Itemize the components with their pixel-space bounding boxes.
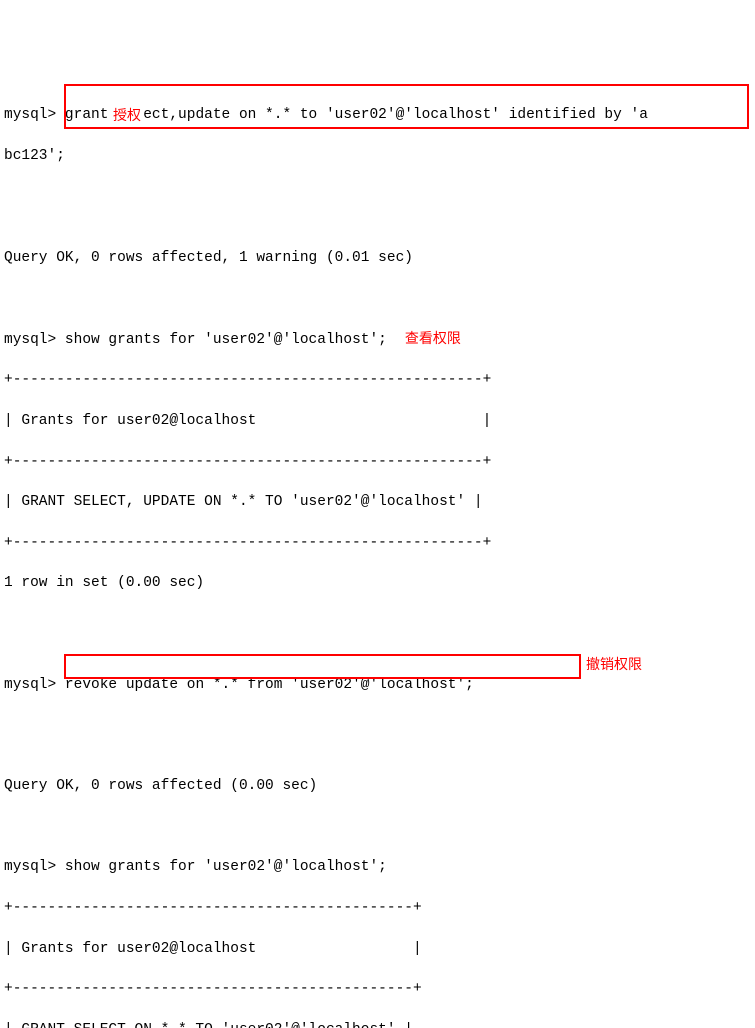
revoke-cmd: revoke update on *.* from 'user02'@'loca… — [65, 677, 474, 693]
table2-header: | Grants for user02@localhost | — [4, 939, 751, 959]
table1-border-top: +---------------------------------------… — [4, 370, 751, 390]
grant-cmd-part1: grant select,update on *.* to 'user02'@'… — [65, 107, 648, 123]
show1-result: 1 row in set (0.00 sec) — [4, 573, 751, 593]
revoke-line: mysql> revoke update on *.* from 'user02… — [4, 675, 751, 695]
show-cmd2: show grants for 'user02'@'localhost'; — [65, 859, 387, 875]
mysql-prompt: mysql> — [4, 677, 56, 693]
show-cmd1: show grants for 'user02'@'localhost'; — [65, 332, 387, 348]
mysql-prompt: mysql> — [4, 107, 56, 123]
show-annotation: 查看权限 — [405, 330, 461, 346]
table1-header: | Grants for user02@localhost | — [4, 411, 751, 431]
mysql-prompt: mysql> — [4, 332, 56, 348]
table1-border-mid: +---------------------------------------… — [4, 452, 751, 472]
revoke-annotation: 撤销权限 — [586, 655, 642, 675]
grant-line2: bc123'; — [4, 146, 751, 166]
grant-cmd-part2: bc123'; — [4, 148, 65, 164]
grant-annotation: 授权 — [111, 106, 143, 126]
table1-row: | GRANT SELECT, UPDATE ON *.* TO 'user02… — [4, 492, 751, 512]
show-grants-line2: mysql> show grants for 'user02'@'localho… — [4, 857, 751, 877]
show-grants-line1: mysql> show grants for 'user02'@'localho… — [4, 329, 751, 350]
table2-border-mid: +---------------------------------------… — [4, 979, 751, 999]
grant-result: Query OK, 0 rows affected, 1 warning (0.… — [4, 248, 751, 268]
table2-row: | GRANT SELECT ON *.* TO 'user02'@'local… — [4, 1020, 751, 1028]
revoke-result: Query OK, 0 rows affected (0.00 sec) — [4, 776, 751, 796]
table1-border-bot: +---------------------------------------… — [4, 533, 751, 553]
grant-block: mysql> grant select,update on *.* to 'us… — [4, 85, 751, 227]
revoke-block: mysql> revoke update on *.* from 'user02… — [4, 655, 751, 756]
mysql-prompt: mysql> — [4, 859, 56, 875]
table2-border-top: +---------------------------------------… — [4, 898, 751, 918]
